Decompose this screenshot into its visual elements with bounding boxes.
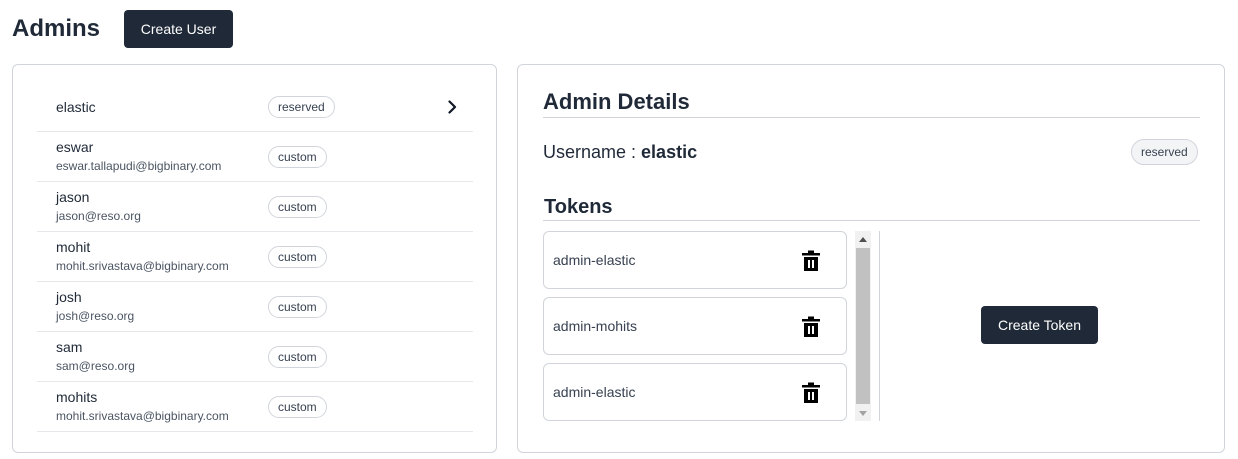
- token-name: admin-mohits: [553, 318, 638, 334]
- divider: [543, 220, 1200, 221]
- token-card: admin-mohits: [543, 297, 847, 355]
- trash-icon[interactable]: [801, 316, 821, 338]
- tokens-title: Tokens: [544, 196, 613, 218]
- token-name: admin-elastic: [553, 252, 636, 268]
- username-value: elastic: [641, 142, 698, 162]
- role-badge: custom: [268, 346, 327, 368]
- token-list: admin-elastic admin-mohits admin-elastic: [543, 231, 847, 429]
- token-list-scrollbar[interactable]: [855, 231, 871, 421]
- trash-icon[interactable]: [801, 382, 821, 404]
- scrollbar-thumb[interactable]: [856, 248, 870, 404]
- admin-details-panel: Admin Details Username : elastic reserve…: [517, 64, 1225, 453]
- user-row[interactable]: mohit mohit.srivastava@bigbinary.com custo…: [37, 232, 473, 282]
- user-email: sam@reso.org: [56, 359, 135, 373]
- page-title: Admins: [12, 15, 101, 42]
- username-line: Username : elastic: [543, 142, 697, 163]
- user-email: mohit.srivastava@bigbinary.com: [56, 259, 229, 273]
- role-badge: custom: [268, 396, 327, 418]
- divider: [543, 117, 1200, 118]
- user-name: mohit: [56, 239, 91, 255]
- user-row[interactable]: sam sam@reso.org custom: [37, 332, 473, 382]
- user-name: josh: [56, 289, 82, 305]
- role-badge: custom: [268, 296, 327, 318]
- user-name: eswar: [56, 139, 94, 155]
- user-name: elastic: [56, 99, 96, 115]
- user-name: mohits: [56, 389, 98, 405]
- user-row[interactable]: josh josh@reso.org custom: [37, 282, 473, 332]
- user-email: josh@reso.org: [56, 309, 135, 323]
- user-row[interactable]: jason jason@reso.org custom: [37, 182, 473, 232]
- trash-icon[interactable]: [801, 250, 821, 272]
- user-email: mohit.srivastava@bigbinary.com: [56, 409, 229, 423]
- role-badge: reserved: [268, 96, 335, 118]
- user-name: sam: [56, 339, 83, 355]
- scroll-up-arrow-icon[interactable]: [855, 231, 871, 247]
- user-name: jason: [56, 189, 90, 205]
- token-card: admin-elastic: [543, 363, 847, 421]
- token-name: admin-elastic: [553, 384, 636, 400]
- admin-list-panel: elastic reserved eswar eswar.tallapudi@bigb…: [12, 64, 497, 453]
- role-badge: custom: [268, 246, 327, 268]
- role-badge: reserved: [1131, 139, 1198, 165]
- username-label: Username :: [543, 142, 642, 162]
- user-row[interactable]: eswar eswar.tallapudi@bigbinary.com custom: [37, 132, 473, 182]
- user-row[interactable]: mohits mohit.srivastava@bigbinary.com cust…: [37, 382, 473, 432]
- role-badge: custom: [268, 146, 327, 168]
- user-email: jason@reso.org: [56, 209, 141, 223]
- vertical-divider: [879, 231, 880, 421]
- user-list: elastic reserved eswar eswar.tallapudi@bigb…: [37, 82, 473, 432]
- create-token-button[interactable]: Create Token: [981, 306, 1098, 344]
- scroll-down-arrow-icon[interactable]: [855, 405, 871, 421]
- user-email: eswar.tallapudi@bigbinary.com: [56, 159, 222, 173]
- user-row[interactable]: elastic reserved: [37, 82, 473, 132]
- chevron-right-icon[interactable]: [445, 98, 459, 116]
- role-badge: custom: [268, 196, 327, 218]
- token-card: admin-elastic: [543, 231, 847, 289]
- create-user-button[interactable]: Create User: [124, 10, 233, 48]
- details-title: Admin Details: [543, 89, 690, 114]
